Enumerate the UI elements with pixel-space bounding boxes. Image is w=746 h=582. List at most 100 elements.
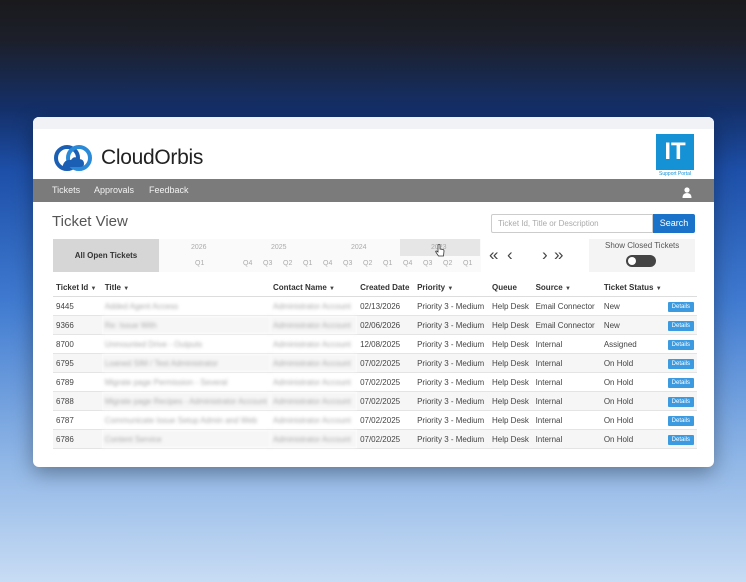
cell-ticket-id[interactable]: 6789 [53,372,102,392]
details-button[interactable]: Details [667,396,694,407]
column-header-ticket-id[interactable]: Ticket Id ▼ [53,279,102,297]
next-page-button[interactable]: › [542,245,548,265]
cell-ticket-id[interactable]: 6787 [53,410,102,430]
timeline-quarter[interactable]: Q1 [303,260,312,267]
column-header-contact-name[interactable]: Contact Name ▼ [270,279,358,297]
cell-actions: Details [664,334,697,354]
sort-caret-icon: ▼ [123,286,130,292]
previous-page-button[interactable]: ‹ [507,245,513,265]
cell-created-date: 02/13/2026 [357,296,415,316]
cell-contact-name: Administrator Account [270,372,358,392]
table-header-row: Ticket Id ▼ Title ▼ Contact Name ▼ Creat… [53,279,697,297]
nav-item-tickets[interactable]: Tickets [52,185,80,195]
cell-ticket-id[interactable]: 9445 [53,296,102,316]
timeline-quarter[interactable]: Q3 [263,260,272,267]
column-header-ticket-status[interactable]: Ticket Status ▼ [600,279,665,297]
mouse-pointer-icon [435,244,445,257]
column-header-created-date[interactable]: Created Date [357,279,415,297]
table-row[interactable]: 9445 Added Agent Access Administrator Ac… [53,296,697,316]
details-button[interactable]: Details [667,434,694,445]
page-title: Ticket View [52,213,128,230]
timeline-quarter[interactable]: Q4 [323,260,332,267]
timeline-quarter[interactable]: Q2 [363,260,372,267]
all-open-tickets-button[interactable]: All Open Tickets [53,239,159,272]
cell-priority: Priority 3 - Medium [414,296,489,316]
timeline-year[interactable]: 2025 [271,244,287,251]
column-label: Source [535,283,563,292]
column-header-queue[interactable]: Queue [489,279,533,297]
timeline-quarter[interactable]: Q3 [423,260,432,267]
cell-title[interactable]: Loaned SIM / Test Administrator [101,353,270,373]
timeline-quarter[interactable]: Q3 [343,260,352,267]
timeline-quarter[interactable]: Q1 [463,260,472,267]
column-label: Ticket Status [603,283,654,292]
cell-title[interactable]: Unmounted Drive - Outputs [101,334,270,354]
cell-contact-name: Administrator Account [270,296,358,316]
table-row[interactable]: 6789 Migrate page Permission - Several A… [53,372,697,392]
timeline-quarter[interactable]: Q4 [403,260,412,267]
column-label: Created Date [360,283,410,292]
cell-ticket-status: New [600,296,665,316]
cloud-orbit-icon [53,143,95,173]
date-timeline[interactable]: 2026 2025 2024 2023 Q1 Q4 Q3 Q2 Q1 Q4 Q3… [159,239,481,272]
column-header-title[interactable]: Title ▼ [101,279,270,297]
timeline-quarter[interactable]: Q1 [383,260,392,267]
cell-queue: Help Desk [489,410,533,430]
timeline-quarter[interactable]: Q2 [443,260,452,267]
cell-created-date: 02/06/2026 [357,315,415,335]
first-page-button[interactable]: « [489,245,498,265]
cell-ticket-id[interactable]: 6788 [53,391,102,411]
column-header-source[interactable]: Source ▼ [532,279,601,297]
details-button[interactable]: Details [667,320,694,331]
table-row[interactable]: 6795 Loaned SIM / Test Administrator Adm… [53,353,697,373]
cell-source: Email Connector [532,296,601,316]
details-button[interactable]: Details [667,358,694,369]
cell-ticket-id[interactable]: 6795 [53,353,102,373]
timeline-year[interactable]: 2024 [351,244,367,251]
cell-title[interactable]: Content Service [101,429,270,449]
timeline-quarter[interactable]: Q2 [283,260,292,267]
table-row[interactable]: 9366 Re: Issue With Administrator Accoun… [53,315,697,335]
cell-ticket-status: On Hold [600,391,665,411]
last-page-button[interactable]: » [554,245,563,265]
timeline-year[interactable]: 2026 [191,244,207,251]
table-row[interactable]: 8700 Unmounted Drive - Outputs Administr… [53,334,697,354]
top-navbar: Tickets Approvals Feedback [33,179,714,202]
show-closed-tickets-toggle[interactable] [626,255,656,267]
brand-logo[interactable]: CloudOrbis [53,143,203,173]
nav-item-approvals[interactable]: Approvals [94,185,134,195]
search-button[interactable]: Search [653,214,695,233]
cell-ticket-id[interactable]: 9366 [53,315,102,335]
cell-ticket-id[interactable]: 6786 [53,429,102,449]
table-row[interactable]: 6787 Communicate Issue Setup Admin and W… [53,410,697,430]
details-button[interactable]: Details [667,415,694,426]
cell-title[interactable]: Added Agent Access [101,296,270,316]
table-row[interactable]: 6786 Content Service Administrator Accou… [53,429,697,449]
cell-title[interactable]: Migrate page Recipes - Administrator Acc… [101,391,270,411]
nav-item-feedback[interactable]: Feedback [149,185,189,195]
column-header-actions [664,279,697,297]
cell-ticket-status: On Hold [600,353,665,373]
cell-title[interactable]: Re: Issue With [101,315,270,335]
user-icon[interactable] [682,185,692,198]
cell-source: Internal [532,372,601,392]
cell-created-date: 07/02/2025 [357,353,415,373]
cell-actions: Details [664,429,697,449]
column-label: Contact Name [273,283,327,292]
details-button[interactable]: Details [667,377,694,388]
details-button[interactable]: Details [667,301,694,312]
cell-source: Internal [532,410,601,430]
timeline-quarter[interactable]: Q4 [243,260,252,267]
cell-queue: Help Desk [489,372,533,392]
cell-title[interactable]: Communicate Issue Setup Admin and Web [101,410,270,430]
cell-title[interactable]: Migrate page Permission - Several [101,372,270,392]
cell-queue: Help Desk [489,296,533,316]
table-row[interactable]: 6788 Migrate page Recipes - Administrato… [53,391,697,411]
show-closed-tickets-control: Show Closed Tickets [589,239,695,272]
details-button[interactable]: Details [667,339,694,350]
search-input[interactable] [491,214,653,233]
cell-actions: Details [664,353,697,373]
cell-ticket-id[interactable]: 8700 [53,334,102,354]
timeline-quarter[interactable]: Q1 [195,260,204,267]
column-header-priority[interactable]: Priority ▼ [414,279,489,297]
